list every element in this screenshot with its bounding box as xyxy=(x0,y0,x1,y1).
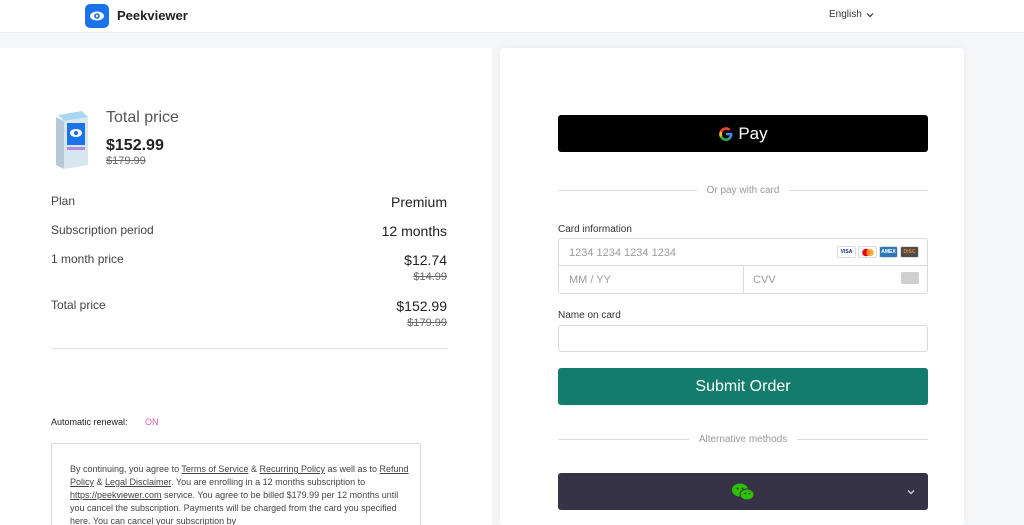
alternative-methods-text: Alternative methods xyxy=(698,433,788,445)
discover-icon: DISC xyxy=(900,246,919,258)
plan-label: Plan xyxy=(51,194,76,208)
language-label: English xyxy=(829,9,862,20)
subscription-period-value: 12 months xyxy=(381,223,447,239)
wechat-icon xyxy=(732,483,755,501)
card-brands: VISA AMEX DISC xyxy=(837,246,919,258)
cvv-card-icon xyxy=(901,272,919,284)
row-total-price-label: Total price xyxy=(51,298,106,312)
terms-text: & xyxy=(94,477,106,487)
monthly-price-old: $14.99 xyxy=(413,271,447,283)
wechat-pay-button[interactable] xyxy=(558,473,928,510)
terms-text: By continuing, you agree to xyxy=(70,464,182,474)
summary-divider xyxy=(51,348,448,349)
card-number-placeholder: 1234 1234 1234 1234 xyxy=(569,247,677,259)
name-on-card-label: Name on card xyxy=(558,310,621,321)
legal-disclaimer-link[interactable]: Legal Disclaimer xyxy=(105,477,171,487)
or-pay-with-card-separator: Or pay with card xyxy=(558,183,928,197)
product-box-image xyxy=(56,111,88,169)
alternative-methods-separator: Alternative methods xyxy=(558,432,929,446)
subscription-period-label: Subscription period xyxy=(51,223,154,237)
terms-of-service-link[interactable]: Terms of Service xyxy=(181,464,248,474)
card-information-box: 1234 1234 1234 1234 VISA AMEX DISC MM / … xyxy=(558,238,928,294)
card-information-label: Card information xyxy=(558,224,632,235)
peekviewer-logo[interactable] xyxy=(85,4,109,28)
plan-value: Premium xyxy=(390,194,447,210)
terms-text: & xyxy=(248,464,260,474)
row-total-price-value: $152.99 xyxy=(396,298,447,314)
google-pay-button[interactable]: Pay xyxy=(558,115,928,152)
expiry-field[interactable]: MM / YY xyxy=(569,274,611,286)
total-price-heading: Total price xyxy=(106,109,179,126)
recurring-policy-link[interactable]: Recurring Policy xyxy=(259,464,325,474)
chevron-down-icon xyxy=(907,490,915,495)
chevron-down-icon xyxy=(866,12,874,17)
or-pay-with-card-text: Or pay with card xyxy=(706,184,780,196)
google-g-icon xyxy=(719,126,733,141)
automatic-renewal-label: Automatic renewal: xyxy=(51,417,128,427)
google-pay-label: Pay xyxy=(738,123,768,143)
name-on-card-input[interactable] xyxy=(558,325,928,352)
terms-text: . You are enrolling in a 12 months subsc… xyxy=(171,477,366,487)
monthly-price-value: $12.74 xyxy=(404,252,447,268)
field-divider xyxy=(743,266,744,293)
cvv-field[interactable]: CVV xyxy=(753,274,776,286)
visa-icon: VISA xyxy=(837,246,856,258)
submit-order-button[interactable]: Submit Order xyxy=(558,368,928,405)
total-price-value: $152.99 xyxy=(106,137,164,154)
brand-name: Peekviewer xyxy=(117,8,188,23)
total-price-old: $179.99 xyxy=(106,155,146,167)
terms-text: as well as to xyxy=(325,464,380,474)
automatic-renewal-status: ON xyxy=(145,417,159,427)
site-link[interactable]: https://peekviewer.com xyxy=(70,490,162,500)
language-selector[interactable]: English xyxy=(829,9,874,20)
eye-icon xyxy=(90,11,104,21)
monthly-price-label: 1 month price xyxy=(51,252,124,266)
mastercard-icon xyxy=(858,246,877,258)
card-number-field[interactable]: 1234 1234 1234 1234 VISA AMEX DISC xyxy=(559,239,927,266)
terms-text-box[interactable]: By continuing, you agree to Terms of Ser… xyxy=(51,443,421,525)
top-bar: Peekviewer English xyxy=(0,0,1024,33)
amex-icon: AMEX xyxy=(879,246,898,258)
row-total-price-old: $179.99 xyxy=(407,317,447,329)
